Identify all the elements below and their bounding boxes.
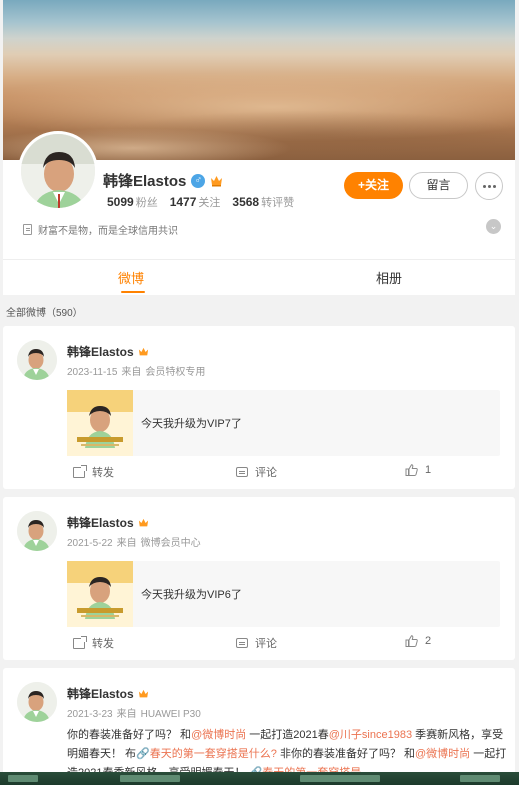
comment-button[interactable]: 评论 (236, 635, 277, 651)
post-date[interactable]: 2021-5-22 (67, 538, 113, 549)
comment-label: 评论 (255, 638, 277, 650)
post-author[interactable]: 韩锋Elastos (67, 685, 149, 702)
following-stat[interactable]: 1477 关注 (170, 194, 221, 210)
post-text-segment: 一起打造2021春 (246, 729, 329, 741)
mention-link[interactable]: @微博时尚 (415, 748, 470, 760)
repost-icon (73, 464, 87, 478)
shared-card[interactable]: 今天我升级为VIP7了 (67, 390, 500, 456)
post-meta: 2023-11-15 来自 会员特权专用 (67, 363, 209, 378)
bio-text: 财富不是物，而是全球信用共识 (38, 226, 178, 237)
post-meta: 2021-3-23 来自 HUAWEI P30 (67, 705, 205, 720)
followers-count: 5099 (107, 195, 134, 209)
like-count: 2 (425, 635, 432, 647)
male-icon: ♂ (191, 173, 206, 188)
engagement-count: 3568 (232, 195, 260, 209)
source-prefix: 来自 (121, 367, 142, 378)
repost-button[interactable]: 转发 (73, 635, 114, 651)
post-date[interactable]: 2021-3-23 (67, 709, 113, 720)
repost-icon (73, 635, 87, 649)
post-card: 韩锋Elastos 2021-5-22 来自 微博会员中心 今天我升级为VIP6了 … (3, 497, 515, 660)
repost-label: 转发 (92, 638, 114, 650)
topic-link[interactable]: 🔗春天的第一套穿搭是什么? (136, 748, 277, 760)
following-label: 关注 (198, 197, 221, 209)
shared-text: 今天我升级为VIP6了 (141, 589, 242, 601)
profile-stats: 5099 粉丝 1477 关注 3568 转评赞 (107, 194, 294, 210)
comment-icon (236, 638, 248, 648)
like-button[interactable]: 2 (405, 635, 431, 647)
document-icon (23, 224, 32, 235)
post-actions: 转发 评论 1 (3, 464, 515, 484)
author-name[interactable]: 韩锋Elastos (67, 343, 134, 360)
post-source: 微博会员中心 (140, 538, 201, 549)
post-meta: 2021-5-22 来自 微博会员中心 (67, 534, 205, 549)
cover-image (3, 0, 515, 160)
like-button[interactable]: 1 (405, 464, 431, 476)
comment-icon (236, 467, 248, 477)
tab-album[interactable]: 相册 (376, 268, 402, 287)
repost-label: 转发 (92, 467, 114, 479)
profile-name: 韩锋Elastos (103, 173, 187, 190)
crown-icon (138, 518, 148, 526)
author-name[interactable]: 韩锋Elastos (67, 514, 134, 531)
vip-badge-thumbnail (67, 561, 133, 627)
engagement-label: 转评赞 (261, 197, 295, 209)
engagement-stat: 3568 转评赞 (232, 194, 294, 210)
like-count: 1 (425, 464, 432, 476)
thumbs-up-icon (405, 635, 418, 647)
all-posts-label: 全部微博（590） (6, 308, 83, 319)
source-prefix: 来自 (116, 538, 137, 549)
crown-icon[interactable] (210, 175, 223, 187)
tab-divider (3, 259, 515, 260)
repost-button[interactable]: 转发 (73, 464, 114, 480)
shared-text: 今天我升级为VIP7了 (141, 418, 242, 430)
following-count: 1477 (169, 195, 197, 209)
post-author[interactable]: 韩锋Elastos (67, 343, 149, 360)
comment-button[interactable]: 评论 (236, 464, 277, 480)
post-text-segment: 你的春装准备好了吗？ 和 (67, 729, 192, 741)
avatar[interactable] (17, 682, 57, 722)
follow-button[interactable]: +关注 (344, 172, 403, 199)
post-card: 韩锋Elastos 2021-3-23 来自 HUAWEI P30 你的春装准备好了… (3, 668, 515, 785)
message-button[interactable]: 留言 (409, 172, 468, 199)
shared-card[interactable]: 今天我升级为VIP6了 (67, 561, 500, 627)
post-card: 韩锋Elastos 2023-11-15 来自 会员特权专用 今天我升级为VIP7了… (3, 326, 515, 489)
comment-label: 评论 (255, 467, 277, 479)
crown-icon (138, 347, 148, 355)
tab-weibo[interactable]: 微博 (118, 268, 144, 287)
avatar[interactable] (17, 340, 57, 380)
chevron-down-icon[interactable]: ⌄ (486, 219, 501, 234)
followers-stat[interactable]: 5099 粉丝 (107, 194, 158, 210)
post-actions: 转发 评论 2 (3, 635, 515, 655)
mention-link[interactable]: @微博时尚 (191, 729, 246, 741)
post-source: HUAWEI P30 (140, 709, 201, 720)
post-text-segment: 非你的春装准备好了吗？ 和 (276, 748, 416, 760)
crown-icon (138, 689, 148, 697)
more-icon[interactable] (475, 172, 503, 200)
post-author[interactable]: 韩锋Elastos (67, 514, 149, 531)
active-tab-indicator (121, 291, 145, 293)
author-name[interactable]: 韩锋Elastos (67, 685, 134, 702)
avatar[interactable] (17, 511, 57, 551)
vip-badge-thumbnail (67, 390, 133, 456)
mention-link[interactable]: @川子since1983 (329, 729, 412, 741)
taskbar (0, 772, 519, 785)
source-prefix: 来自 (116, 709, 137, 720)
thumbs-up-icon (405, 464, 418, 476)
profile-name-row: 韩锋Elastos ♂ (103, 170, 223, 191)
profile-card: 韩锋Elastos ♂ 5099 粉丝 1477 关注 3568 转评赞 +关注 留言… (3, 0, 515, 295)
profile-bio: 财富不是物，而是全球信用共识 (23, 222, 178, 237)
profile-avatar[interactable] (18, 131, 98, 211)
post-date[interactable]: 2023-11-15 (67, 367, 117, 378)
followers-label: 粉丝 (135, 197, 158, 209)
post-source: 会员特权专用 (145, 367, 206, 378)
